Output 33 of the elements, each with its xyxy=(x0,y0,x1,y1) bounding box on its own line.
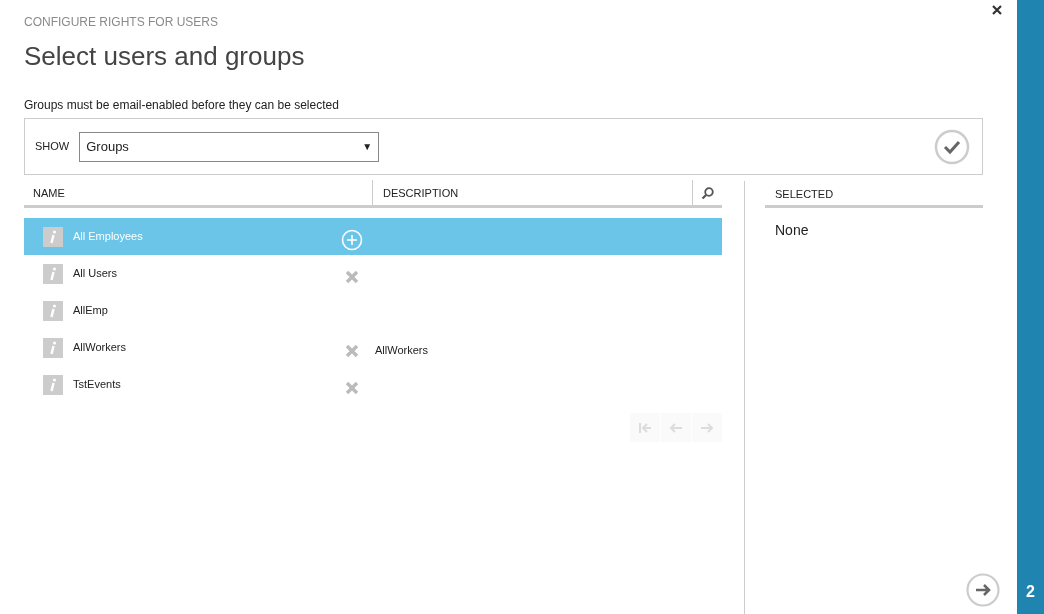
info-icon[interactable] xyxy=(43,226,63,247)
column-header: DESCRIPTION xyxy=(383,186,459,199)
add-icon[interactable] xyxy=(341,228,363,251)
group-name: TstEvents xyxy=(72,377,122,393)
show-dropdown[interactable]: Groups ▼ xyxy=(79,131,380,162)
table-row[interactable]: AllEmp xyxy=(24,292,722,329)
dialog-title: Select users and groups xyxy=(24,40,306,73)
group-name: All Users xyxy=(72,266,118,282)
hint-text: Groups must be email-enabled before they can be selected xyxy=(24,98,340,112)
group-name: All Employees xyxy=(72,229,144,245)
group-description: AllWorkers xyxy=(374,343,428,359)
info-icon[interactable] xyxy=(43,374,63,395)
x-icon[interactable] xyxy=(345,343,359,358)
table-row[interactable]: AllWorkers AllWorkers xyxy=(24,329,722,366)
close-icon[interactable] xyxy=(991,4,1003,16)
step-number: 2 xyxy=(1026,582,1035,602)
table-row[interactable]: All Users xyxy=(24,255,722,292)
selected-value: None xyxy=(774,221,810,240)
x-icon[interactable] xyxy=(345,380,359,395)
x-icon[interactable] xyxy=(345,269,359,284)
column-header: NAME xyxy=(33,186,65,199)
confirm-check-button[interactable] xyxy=(934,128,970,165)
table-row[interactable]: TstEvents xyxy=(24,366,722,403)
column-header: SELECTED xyxy=(775,188,834,200)
group-name: AllWorkers xyxy=(72,340,127,356)
group-name: AllEmp xyxy=(72,303,109,319)
info-icon[interactable] xyxy=(43,300,63,321)
info-icon[interactable] xyxy=(43,337,63,358)
search-icon[interactable] xyxy=(701,186,714,200)
next-button[interactable] xyxy=(966,573,1000,607)
dialog-subtitle: CONFIGURE RIGHTS FOR USERS xyxy=(24,15,219,29)
show-label: SHOW xyxy=(35,139,70,155)
info-icon[interactable] xyxy=(43,263,63,284)
